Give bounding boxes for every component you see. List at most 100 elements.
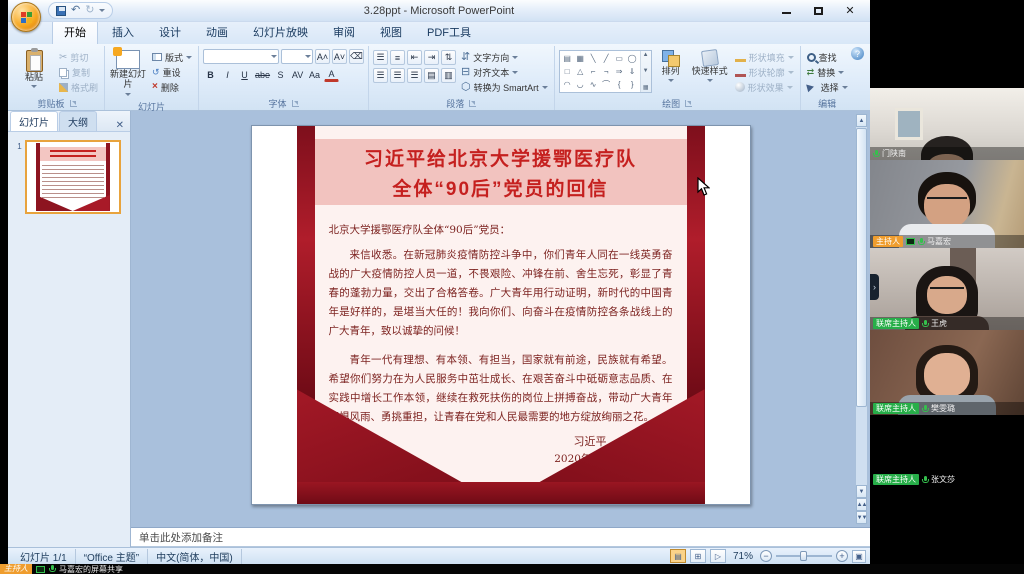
line-spacing-button[interactable]: ⇅ [441,50,456,65]
find-button[interactable]: 查找 [805,50,850,64]
tab-animations[interactable]: 动画 [195,21,239,44]
fit-to-window-button[interactable]: ▣ [852,550,866,563]
paste-button[interactable]: 粘贴 [14,47,54,92]
underline-button[interactable]: U [237,67,252,82]
text-direction-button[interactable]: ⇵文字方向 [459,50,550,64]
shape-icon[interactable]: △ [577,67,583,76]
shape-icon[interactable]: ⌒ [602,79,610,90]
shadow-button[interactable]: S [273,67,288,82]
slide-thumbnail[interactable] [25,140,121,214]
dialog-launcher-icon[interactable] [469,100,476,107]
reset-button[interactable]: ↺重设 [150,65,194,79]
slide[interactable]: 习近平给北京大学援鄂医疗队 全体“90后”党员的回信 北京大学援鄂医疗队全体“9… [251,125,751,505]
shape-icon[interactable]: ▭ [615,54,623,63]
font-name-combo[interactable] [203,49,279,64]
scrollbar-track[interactable] [856,127,867,485]
previous-slide-button[interactable]: ▲▲ [856,498,867,511]
zoom-in-button[interactable]: + [836,550,848,562]
slide-sorter-button[interactable]: ⊞ [690,549,706,563]
align-right-button[interactable]: ☰ [407,68,422,83]
shapes-scroll[interactable]: ▲▼▦ [640,51,651,92]
slide-canvas-area[interactable]: 习近平给北京大学援鄂医疗队 全体“90后”党员的回信 北京大学援鄂医疗队全体“9… [131,111,870,527]
shape-icon[interactable]: ╲ [591,54,596,63]
shapes-gallery[interactable]: ▤▦╲╱▭◯ □△⌐¬⇒⇓ ◠◡∿⌒{} ▲▼▦ [559,50,652,93]
shape-icon[interactable]: □ [565,67,570,76]
tab-pdf-tools[interactable]: PDF工具 [416,21,482,44]
zoom-level[interactable]: 71% [730,551,756,562]
arrange-button[interactable]: 排列 [655,47,687,86]
columns-button[interactable]: ▥ [441,68,456,83]
scroll-down-icon[interactable]: ▼ [856,485,867,498]
participant-tile[interactable]: 联席主持人 张文莎 [870,415,1024,564]
delete-button[interactable]: ×删除 [150,80,194,94]
shape-icon[interactable]: ╱ [604,54,609,63]
notes-area[interactable]: 单击此处添加备注 [131,527,870,547]
tab-slides-thumbnails[interactable]: 幻灯片 [10,111,58,131]
shape-icon[interactable]: ◯ [628,54,637,63]
font-color-button[interactable]: A [324,67,339,82]
italic-button[interactable]: I [220,67,235,82]
bullets-button[interactable]: ☰ [373,50,388,65]
slideshow-button[interactable]: ▷ [710,549,726,563]
clear-formatting-button[interactable]: ⌫ [349,49,364,64]
shape-icon[interactable]: { [618,80,621,89]
undo-icon[interactable]: ↶ [71,5,80,16]
participant-tile[interactable]: 门陕南 [870,88,1024,160]
help-icon[interactable]: ? [851,47,864,60]
grow-font-button[interactable]: A˄ [315,49,330,64]
justify-button[interactable]: ▤ [424,68,439,83]
copy-button[interactable]: 复制 [57,65,100,79]
shape-outline-button[interactable]: 形状轮廓 [733,65,796,79]
shape-icon[interactable]: ▤ [563,54,571,63]
sidebar-collapse-arrow[interactable]: › [870,274,879,300]
tab-home[interactable]: 开始 [52,20,98,44]
font-size-combo[interactable] [281,49,313,64]
shape-icon[interactable]: ¬ [604,67,609,76]
cut-button[interactable]: ✂剪切 [57,50,100,64]
zoom-slider[interactable] [776,555,832,557]
dialog-launcher-icon[interactable] [70,100,77,107]
shape-icon[interactable]: ⇒ [616,67,623,76]
format-painter-button[interactable]: 格式刷 [57,80,100,94]
language-indicator[interactable]: 中文(简体，中国) [148,549,242,564]
maximize-button[interactable] [804,3,832,19]
participant-tile[interactable]: 主持人 马嘉宏 [870,160,1024,248]
tab-design[interactable]: 设计 [148,21,192,44]
zoom-out-button[interactable]: − [760,550,772,562]
tab-slideshow[interactable]: 幻灯片放映 [242,21,319,44]
dialog-launcher-icon[interactable] [292,100,299,107]
align-text-button[interactable]: ⊟对齐文本 [459,65,550,79]
qat-dropdown-icon[interactable] [99,9,105,15]
quick-styles-button[interactable]: 快速样式 [690,47,730,86]
align-left-button[interactable]: ☰ [373,68,388,83]
tab-review[interactable]: 审阅 [322,21,366,44]
numbering-button[interactable]: ≡ [390,50,405,65]
shape-fill-button[interactable]: 形状填充 [733,50,796,64]
save-icon[interactable] [56,6,66,16]
close-button[interactable]: ✕ [836,3,864,19]
paste-dropdown-icon[interactable] [31,85,37,91]
participant-tile[interactable]: 联席主持人 王虎 [870,248,1024,330]
scroll-up-icon[interactable]: ▲ [856,114,867,127]
office-button[interactable] [11,2,41,32]
shape-icon[interactable]: ◡ [577,80,584,89]
tab-insert[interactable]: 插入 [101,21,145,44]
shape-effects-button[interactable]: 形状效果 [733,80,796,94]
scrollbar-thumb[interactable] [856,128,867,407]
shape-icon[interactable]: ∿ [590,80,597,89]
vertical-scrollbar[interactable]: ▲ ▼ ▲▲ ▼▼ [855,113,868,525]
next-slide-button[interactable]: ▼▼ [856,511,867,524]
shape-icon[interactable]: ◠ [564,80,571,89]
convert-smartart-button[interactable]: ⬡转换为 SmartArt [459,80,550,94]
shrink-font-button[interactable]: A˅ [332,49,347,64]
strikethrough-button[interactable]: abe [254,67,271,82]
select-button[interactable]: 选择 [805,80,850,94]
change-case-button[interactable]: Aa [307,67,322,82]
zoom-slider-thumb[interactable] [800,551,807,561]
replace-button[interactable]: ⇄替换 [805,65,850,79]
normal-view-button[interactable]: ▤ [670,549,686,563]
tab-outline[interactable]: 大纲 [59,111,97,131]
new-slide-dropdown-icon[interactable] [125,93,131,99]
decrease-indent-button[interactable]: ⇤ [407,50,422,65]
participant-tile[interactable]: 联席主持人 樊雯璐 [870,330,1024,415]
